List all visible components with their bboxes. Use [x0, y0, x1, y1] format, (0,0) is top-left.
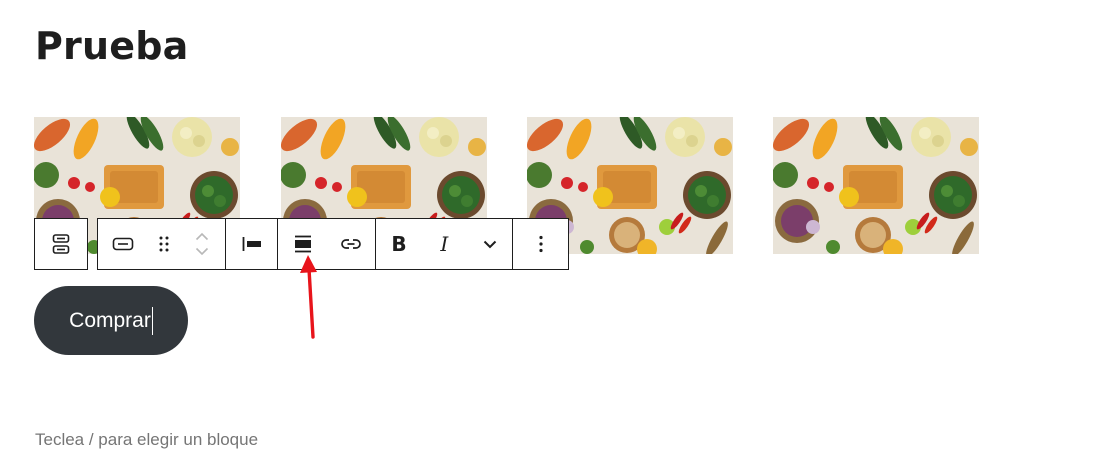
button-text[interactable]: Comprar — [69, 309, 151, 333]
justify-left-icon — [242, 237, 261, 251]
select-parent-block-button[interactable] — [34, 218, 88, 270]
toolbar-group-justify — [226, 219, 278, 269]
toolbar-group-format: B I — [376, 219, 514, 269]
text-cursor — [151, 306, 153, 335]
bold-button[interactable]: B — [376, 219, 421, 269]
gallery-image-4[interactable] — [773, 117, 979, 254]
toolbar-group-options — [513, 219, 568, 269]
button-block-icon — [112, 237, 134, 251]
options-button[interactable] — [518, 219, 564, 269]
justify-button[interactable] — [229, 219, 275, 269]
buttons-block-icon — [35, 219, 87, 269]
more-vertical-icon — [539, 235, 543, 253]
move-buttons — [184, 219, 220, 269]
drag-handle-icon — [159, 236, 169, 252]
block-type-button[interactable] — [103, 219, 143, 269]
block-appender-placeholder[interactable]: Teclea / para elegir un bloque — [35, 430, 258, 450]
drag-handle[interactable] — [149, 219, 179, 269]
link-button[interactable] — [328, 219, 374, 269]
buy-button-block[interactable]: Comprar — [34, 286, 188, 355]
toolbar-group-block — [98, 219, 227, 269]
annotation-arrow-icon — [300, 255, 317, 339]
align-wide-icon — [294, 235, 311, 253]
page-title[interactable]: Prueba — [35, 24, 188, 68]
vegetables-photo-icon — [773, 117, 979, 254]
chevron-down-icon — [483, 240, 496, 248]
italic-button[interactable]: I — [422, 219, 467, 269]
move-up-button[interactable] — [195, 232, 209, 241]
block-toolbar: B I — [97, 218, 569, 270]
more-formats-button[interactable] — [467, 219, 512, 269]
move-down-button[interactable] — [195, 247, 209, 256]
link-icon — [340, 239, 361, 249]
